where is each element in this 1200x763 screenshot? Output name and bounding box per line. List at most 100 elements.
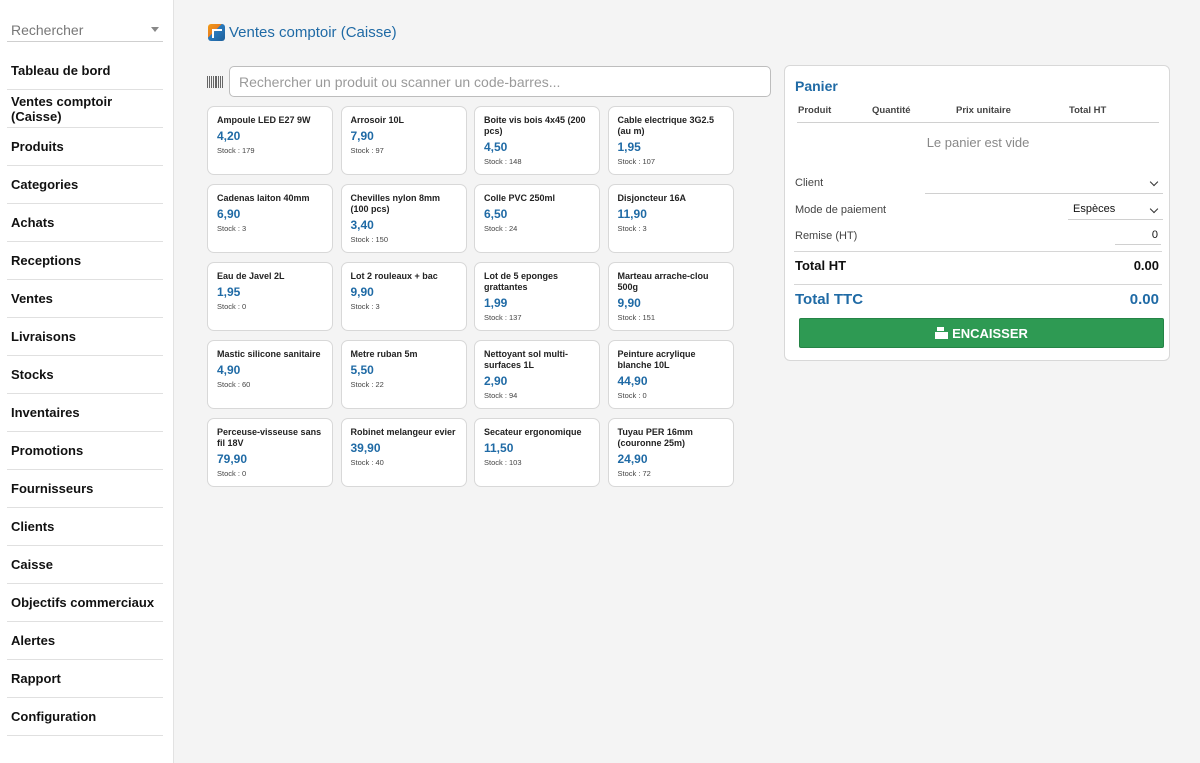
barcode-icon [207, 76, 223, 88]
product-card[interactable]: Metre ruban 5m 5,50 Stock : 22 [340, 340, 467, 409]
client-select[interactable] [925, 172, 1163, 194]
payment-mode-value: Espèces [1073, 203, 1116, 215]
product-card[interactable]: Lot 2 rouleaux + bac 9,90 Stock : 3 [340, 262, 467, 331]
column-header-produit: Produit [798, 105, 832, 116]
product-name: Arrosoir 10L [350, 115, 405, 125]
sidebar-search-select[interactable]: Rechercher [7, 18, 163, 42]
product-stock: Stock : 72 [617, 469, 651, 478]
product-name: Nettoyant sol multi-surfaces 1L [484, 349, 569, 370]
product-stock: Stock : 107 [617, 157, 656, 166]
sidebar-item-livraisons[interactable]: Livraisons [7, 318, 163, 356]
product-card[interactable]: Peinture acrylique blanche 10L 44,90 Stock… [607, 340, 734, 409]
sidebar-item-objectifs-commerciaux[interactable]: Objectifs commerciaux [7, 584, 163, 622]
product-price: 1,99 [484, 296, 508, 310]
column-header-quantite: Quantité [872, 105, 911, 116]
product-name: Perceuse-visseuse sans fil 18V [217, 427, 322, 448]
product-card[interactable]: Lot de 5 eponges grattantes 1,99 Stock : 1… [474, 262, 600, 331]
product-stock: Stock : 60 [217, 380, 251, 389]
product-card[interactable]: Nettoyant sol multi-surfaces 1L 2,90 Stock… [474, 340, 600, 409]
sidebar-item-ventes[interactable]: Ventes [7, 280, 163, 318]
sidebar-item-receptions[interactable]: Receptions [7, 242, 163, 280]
sidebar-item-categories[interactable]: Categories [7, 166, 163, 204]
payment-mode-select[interactable]: Espèces [1068, 199, 1163, 220]
product-price: 3,40 [350, 218, 374, 232]
sidebar-item-tableau-de-bord[interactable]: Tableau de bord [7, 52, 163, 90]
product-price: 1,95 [617, 140, 641, 154]
product-stock: Stock : 3 [617, 224, 647, 233]
product-price: 1,95 [217, 285, 241, 299]
sidebar-item-stocks[interactable]: Stocks [7, 356, 163, 394]
product-stock: Stock : 0 [217, 469, 247, 478]
sidebar-item-achats[interactable]: Achats [7, 204, 163, 242]
product-name: Ampoule LED E27 9W [217, 115, 311, 125]
product-card[interactable]: Mastic silicone sanitaire 4,90 Stock : 60 [207, 340, 333, 409]
product-card[interactable]: Tuyau PER 16mm (couronne 25m) 24,90 Stock … [607, 418, 734, 487]
sidebar-item-produits[interactable]: Produits [7, 128, 163, 166]
sidebar-item-rapport[interactable]: Rapport [7, 660, 163, 698]
product-price: 11,90 [617, 207, 647, 221]
product-card[interactable]: Disjoncteur 16A 11,90 Stock : 3 [607, 184, 734, 253]
product-card[interactable]: Cadenas laiton 40mm 6,90 Stock : 3 [207, 184, 333, 253]
product-name: Mastic silicone sanitaire [217, 349, 321, 359]
column-header-prix-unitaire: Prix unitaire [956, 105, 1011, 116]
total-ttc-label: Total TTC [795, 291, 864, 308]
product-price: 9,90 [617, 296, 641, 310]
sidebar-item-caisse[interactable]: Caisse [7, 546, 163, 584]
divider [794, 284, 1162, 285]
discount-label: Remise (HT) [795, 230, 858, 242]
product-card[interactable]: Perceuse-visseuse sans fil 18V 79,90 Stock… [207, 418, 333, 487]
product-stock: Stock : 24 [484, 224, 518, 233]
product-stock: Stock : 137 [484, 313, 522, 322]
product-card[interactable]: Ampoule LED E27 9W 4,20 Stock : 179 [207, 106, 333, 175]
product-card[interactable]: Eau de Javel 2L 1,95 Stock : 0 [207, 262, 333, 331]
discount-input[interactable] [1115, 225, 1161, 245]
sidebar-item-fournisseurs[interactable]: Fournisseurs [7, 470, 163, 508]
sidebar-item-alertes[interactable]: Alertes [7, 622, 163, 660]
sidebar-item-inventaires[interactable]: Inventaires [7, 394, 163, 432]
product-card[interactable]: Colle PVC 250ml 6,50 Stock : 24 [474, 184, 600, 253]
product-name: Disjoncteur 16A [617, 193, 687, 203]
sidebar-item-configuration[interactable]: Configuration [7, 698, 163, 736]
product-card[interactable]: Secateur ergonomique 11,50 Stock : 103 [474, 418, 600, 487]
product-card[interactable]: Boite vis bois 4x45 (200 pcs) 4,50 Stock :… [474, 106, 600, 175]
caret-down-icon [151, 27, 159, 32]
page-header: Ventes comptoir (Caisse) [208, 24, 397, 41]
product-stock: Stock : 3 [350, 302, 380, 311]
total-ht-value: 0.00 [1133, 258, 1159, 273]
sidebar-item-clients[interactable]: Clients [7, 508, 163, 546]
product-price: 24,90 [617, 452, 648, 466]
chevron-down-icon [1149, 204, 1159, 214]
product-stock: Stock : 3 [217, 224, 247, 233]
product-price: 2,90 [484, 374, 508, 388]
app-logo-icon [208, 24, 225, 41]
sidebar-search-placeholder: Rechercher [11, 22, 84, 38]
product-card[interactable]: Robinet melangeur evier 39,90 Stock : 40 [340, 418, 467, 487]
product-stock: Stock : 94 [484, 391, 518, 400]
total-ht-label: Total HT [795, 258, 847, 273]
product-price: 4,20 [217, 129, 241, 143]
product-card[interactable]: Arrosoir 10L 7,90 Stock : 97 [340, 106, 467, 175]
sidebar-nav: Tableau de bord Ventes comptoir (Caisse)… [7, 52, 163, 736]
checkout-button[interactable]: ENCAISSER [799, 318, 1164, 348]
product-card[interactable]: Chevilles nylon 8mm (100 pcs) 3,40 Stock :… [340, 184, 467, 253]
product-price: 9,90 [350, 285, 374, 299]
product-price: 11,50 [484, 441, 514, 455]
product-name: Metre ruban 5m [350, 349, 418, 359]
product-name: Tuyau PER 16mm (couronne 25m) [617, 427, 693, 448]
product-stock: Stock : 0 [617, 391, 647, 400]
sidebar-item-promotions[interactable]: Promotions [7, 432, 163, 470]
product-name: Chevilles nylon 8mm (100 pcs) [350, 193, 441, 214]
product-price: 44,90 [617, 374, 648, 388]
product-price: 6,90 [217, 207, 241, 221]
sidebar-item-ventes-comptoir[interactable]: Ventes comptoir (Caisse) [7, 90, 163, 128]
product-name: Colle PVC 250ml [484, 193, 556, 203]
product-grid: Ampoule LED E27 9W 4,20 Stock : 179 Arroso… [207, 106, 739, 487]
product-name: Lot de 5 eponges grattantes [484, 271, 559, 292]
product-stock: Stock : 103 [484, 458, 522, 467]
product-card[interactable]: Cable electrique 3G2.5 (au m) 1,95 Stock :… [607, 106, 734, 175]
product-name: Lot 2 rouleaux + bac [350, 271, 438, 281]
product-stock: Stock : 151 [617, 313, 656, 322]
product-price: 79,90 [217, 452, 248, 466]
product-card[interactable]: Marteau arrache-clou 500g 9,90 Stock : 151 [607, 262, 734, 331]
product-search-input[interactable] [229, 66, 771, 97]
